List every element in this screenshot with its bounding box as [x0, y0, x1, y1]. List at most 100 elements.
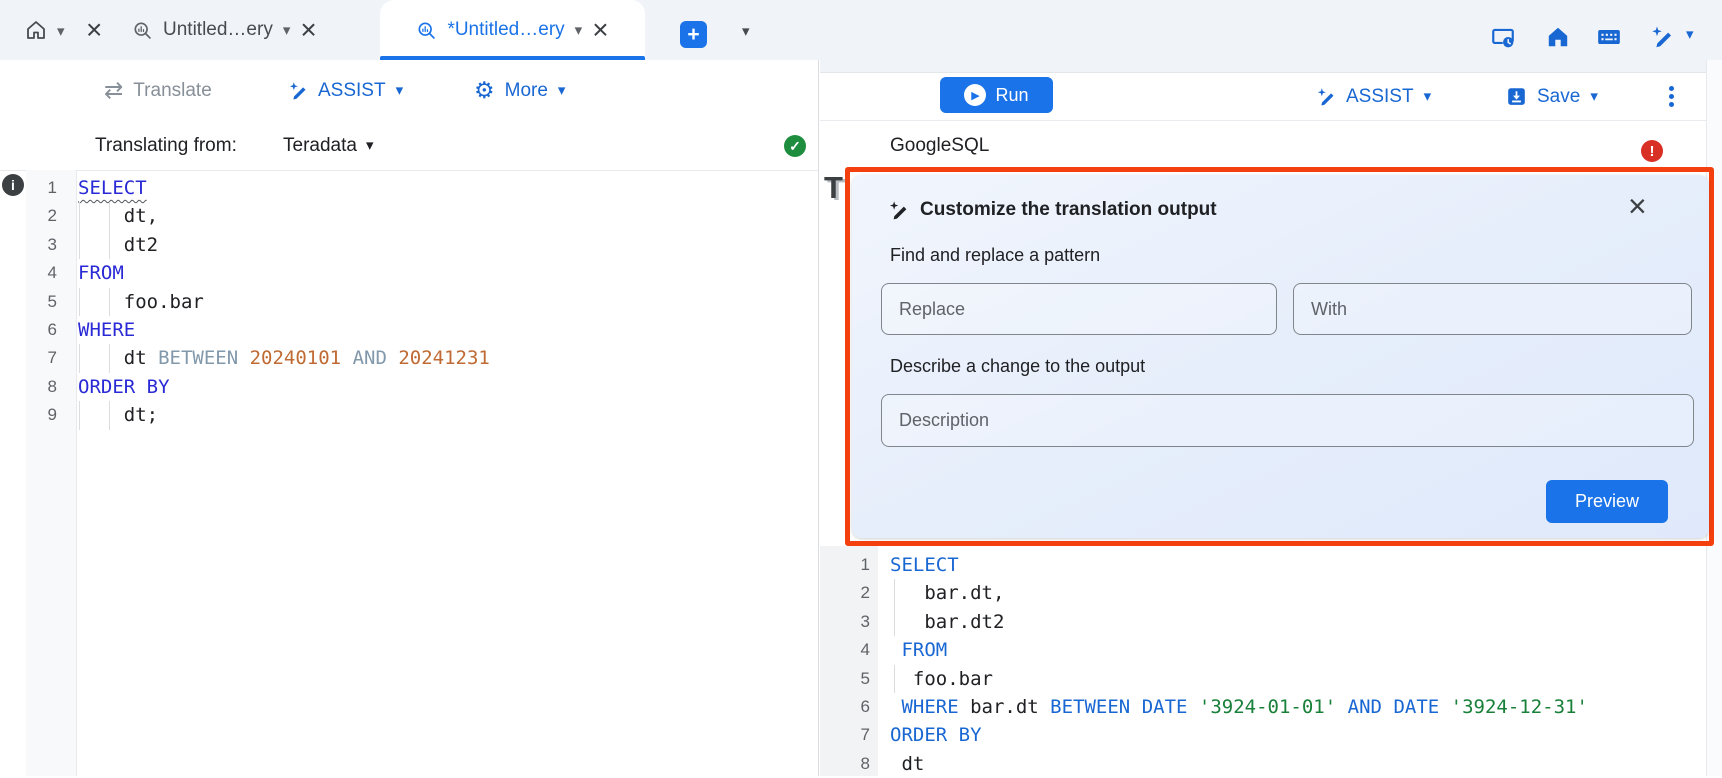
customize-translation-dialog: Customize the translation output × Find …	[852, 175, 1709, 538]
query-icon	[416, 20, 437, 41]
tab-untitled-query-active[interactable]: *Untitled…ery ▾ ×	[380, 0, 645, 60]
line-number: 5	[820, 665, 870, 693]
replace-input[interactable]	[881, 283, 1277, 335]
line-number: 1	[26, 174, 57, 202]
more-options-kebab-icon[interactable]	[1665, 73, 1677, 120]
source-toolbar: ⇄ Translate ASSIST ▾ ⚙ More ▾	[0, 60, 818, 122]
line-number: 1	[820, 551, 870, 579]
code-line[interactable]: SELECT	[78, 174, 818, 202]
tab-close-icon[interactable]: ×	[300, 16, 316, 44]
code-line[interactable]: bar.dt2	[890, 608, 1706, 636]
code-line[interactable]: FROM	[78, 259, 818, 287]
output-toolbar: ▶ Run ASSIST ▾ Save ▾	[820, 73, 1706, 121]
assist-caret-icon[interactable]: ▾	[1686, 27, 1694, 42]
line-info-icon[interactable]: i	[2, 174, 24, 196]
assist-pen-icon[interactable]	[1650, 25, 1676, 51]
pen-spark-icon	[888, 200, 909, 221]
with-input[interactable]	[1293, 283, 1692, 335]
indent-guide	[79, 344, 80, 372]
tabs-overflow-caret-icon[interactable]: ▾	[742, 24, 750, 39]
preview-button[interactable]: Preview	[1546, 480, 1668, 523]
line-number: 3	[26, 231, 57, 259]
tab-close-icon[interactable]: ×	[592, 16, 608, 44]
close-icon[interactable]: ×	[1628, 190, 1647, 222]
tab-untitled-query[interactable]: Untitled…ery ▾ ×	[132, 0, 317, 60]
line-number: 6	[26, 316, 57, 344]
source-code-area[interactable]: SELECT dt, dt2FROM foo.barWHERE dt BETWE…	[78, 170, 818, 430]
code-line[interactable]: dt;	[78, 401, 818, 429]
translation-valid-icon: ✓	[784, 135, 806, 157]
code-line[interactable]: dt,	[78, 202, 818, 230]
description-input[interactable]	[881, 394, 1694, 447]
home-tab-icon[interactable]	[24, 18, 48, 42]
source-line-numbers: 123456789	[26, 170, 77, 776]
line-number: 7	[26, 344, 57, 372]
tab-label: *Untitled…ery	[447, 19, 564, 41]
home-tab-caret-icon[interactable]: ▾	[57, 24, 65, 39]
recent-tabs-icon[interactable]	[1490, 24, 1516, 50]
code-line[interactable]: WHERE bar.dt BETWEEN DATE '3924-01-01' A…	[890, 693, 1706, 721]
line-number: 6	[820, 693, 870, 721]
code-line[interactable]: FROM	[890, 636, 1706, 664]
more-button[interactable]: ⚙ More ▾	[474, 60, 565, 121]
assist-button[interactable]: ASSIST ▾	[1316, 73, 1431, 120]
line-number: 2	[26, 202, 57, 230]
new-tab-button[interactable]: +	[680, 21, 707, 48]
line-number: 4	[820, 636, 870, 664]
swap-arrows-icon: ⇄	[104, 79, 123, 102]
describe-change-label: Describe a change to the output	[890, 356, 1145, 377]
chevron-down-icon: ▾	[1590, 89, 1598, 104]
dialog-title: Customize the translation output	[920, 199, 1217, 221]
output-dialect-label: GoogleSQL	[890, 121, 989, 170]
assist-label: ASSIST	[1346, 86, 1414, 108]
tab-label: Untitled…ery	[163, 19, 273, 41]
assist-label: ASSIST	[318, 80, 386, 102]
code-line[interactable]: foo.bar	[78, 288, 818, 316]
source-dialect-dropdown[interactable]: Teradata ▾	[283, 121, 373, 170]
indent-guide	[894, 608, 895, 636]
code-line[interactable]: bar.dt,	[890, 579, 1706, 607]
home-icon[interactable]	[1545, 24, 1571, 50]
translation-error-icon[interactable]: !	[1641, 140, 1663, 162]
save-icon	[1506, 86, 1527, 107]
code-line[interactable]: dt	[890, 750, 1706, 778]
run-label: Run	[995, 85, 1028, 106]
tab-caret-icon[interactable]: ▾	[283, 23, 291, 38]
panel-top-gap	[820, 60, 1706, 73]
translate-label: Translate	[133, 80, 212, 102]
tab-caret-icon[interactable]: ▾	[575, 23, 583, 38]
code-line[interactable]: foo.bar	[890, 665, 1706, 693]
save-label: Save	[1537, 86, 1580, 108]
output-editor: 12345678 SELECT bar.dt, bar.dt2 FROM foo…	[820, 546, 1706, 776]
chevron-down-icon: ▾	[1424, 89, 1432, 104]
output-line-numbers: 12345678	[820, 551, 878, 776]
tab-bar: ▾ × Untitled…ery ▾ × *Untitled…ery ▾ × +…	[0, 0, 1722, 60]
indent-guide	[79, 231, 80, 259]
run-button[interactable]: ▶ Run	[940, 77, 1053, 113]
source-dialect-value: Teradata	[283, 135, 357, 157]
indent-guide	[79, 288, 80, 316]
code-line[interactable]: WHERE	[78, 316, 818, 344]
source-panel: ⇄ Translate ASSIST ▾ ⚙ More ▾ Translatin…	[0, 60, 819, 776]
save-button[interactable]: Save ▾	[1506, 73, 1598, 120]
code-line[interactable]: ORDER BY	[78, 373, 818, 401]
line-number: 5	[26, 288, 57, 316]
indent-guide	[79, 202, 80, 230]
more-label: More	[505, 80, 548, 102]
assist-button[interactable]: ASSIST ▾	[288, 60, 403, 121]
indent-guide	[109, 202, 110, 230]
keyboard-shortcuts-icon[interactable]	[1596, 24, 1622, 50]
line-number: 8	[820, 750, 870, 778]
code-line[interactable]: dt BETWEEN 20240101 AND 20241231	[78, 344, 818, 372]
line-number: 4	[26, 259, 57, 287]
indent-guide	[109, 401, 110, 429]
indent-guide	[109, 344, 110, 372]
code-line[interactable]: ORDER BY	[890, 721, 1706, 749]
output-code-area[interactable]: SELECT bar.dt, bar.dt2 FROM foo.bar WHER…	[890, 551, 1706, 778]
code-line[interactable]: dt2	[78, 231, 818, 259]
translate-button[interactable]: ⇄ Translate	[104, 60, 212, 121]
indent-guide	[894, 665, 895, 693]
code-line[interactable]: SELECT	[890, 551, 1706, 579]
query-icon	[132, 20, 153, 41]
home-tab-close-icon[interactable]: ×	[86, 16, 102, 44]
